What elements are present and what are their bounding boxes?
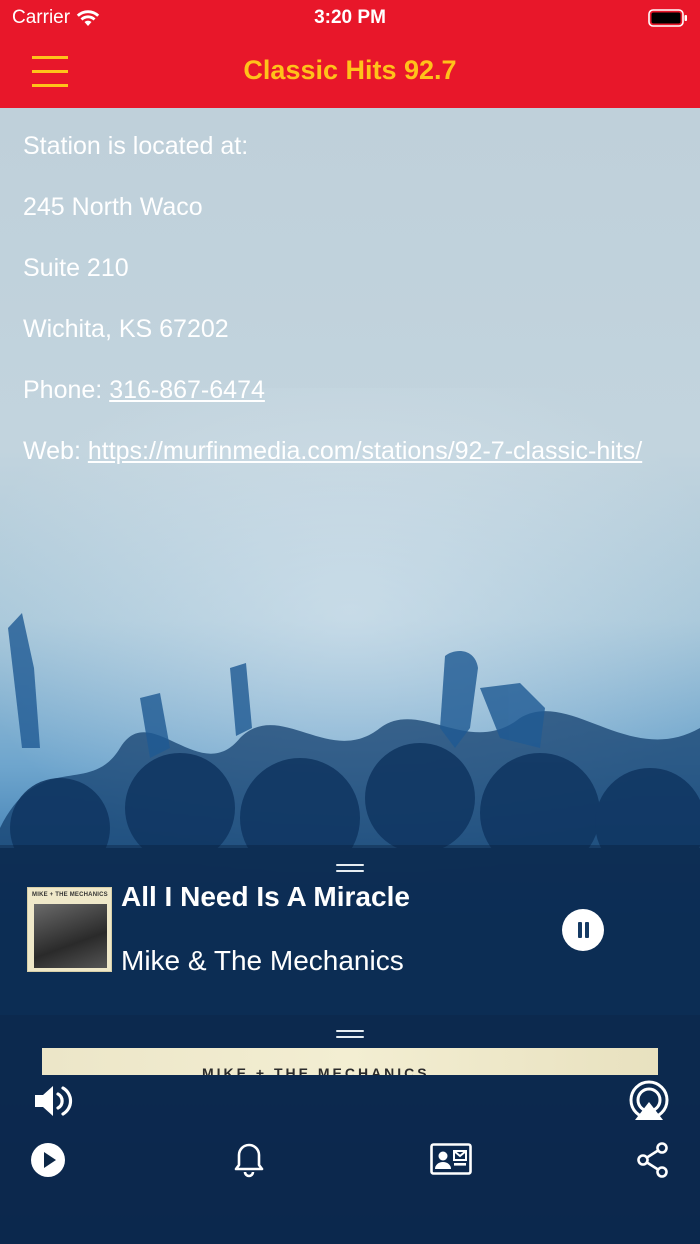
- station-info: Station is located at: 245 North Waco Su…: [23, 128, 683, 494]
- navigation-bar: Classic Hits 92.7: [0, 36, 700, 108]
- now-playing-bar[interactable]: MIKE + THE MECHANICS All I Need Is A Mir…: [0, 845, 700, 1015]
- bell-icon[interactable]: [234, 1142, 264, 1183]
- page-title: Classic Hits 92.7: [243, 55, 457, 85]
- track-artist: Mike & The Mechanics: [121, 945, 404, 976]
- cover-text: MIKE + THE MECHANICS: [32, 892, 108, 898]
- album-cover: MIKE + THE MECHANICS: [27, 887, 112, 972]
- status-time: 3:20 PM: [314, 7, 386, 28]
- volume-icon[interactable]: [32, 1082, 74, 1125]
- drag-handle-bottom[interactable]: [336, 1030, 364, 1038]
- cover-photo: [34, 904, 107, 968]
- airplay-icon[interactable]: [627, 1080, 671, 1127]
- phone-label: Phone:: [23, 376, 110, 404]
- play-icon[interactable]: [30, 1142, 66, 1183]
- drag-handle[interactable]: [336, 864, 364, 872]
- contact-card-icon[interactable]: [430, 1143, 472, 1180]
- location-intro: Station is located at:: [23, 132, 249, 160]
- web-link[interactable]: https://murfinmedia.com/stations/92-7-cl…: [88, 437, 642, 465]
- battery-icon: [648, 9, 688, 33]
- web-label: Web:: [23, 437, 88, 465]
- web-row: Web: https://murfinmedia.com/stations/92…: [23, 433, 683, 469]
- pause-button[interactable]: [562, 909, 604, 951]
- address-line-2: Suite 210: [23, 254, 129, 282]
- phone-row: Phone: 316-867-6474: [23, 372, 683, 408]
- status-bar: Carrier 3:20 PM: [0, 0, 700, 36]
- share-icon[interactable]: [636, 1142, 670, 1183]
- city-line: Wichita, KS 67202: [23, 315, 229, 343]
- album-art-text: MIKE + THE MECHANICS: [202, 1065, 430, 1075]
- address-line-1: 245 North Waco: [23, 193, 203, 221]
- album-art-peek: MIKE + THE MECHANICS: [42, 1048, 658, 1075]
- track-title: All I Need Is A Miracle: [121, 881, 410, 912]
- phone-link[interactable]: 316-867-6474: [109, 376, 265, 404]
- player-controls: MIKE + THE MECHANICS: [0, 1015, 700, 1244]
